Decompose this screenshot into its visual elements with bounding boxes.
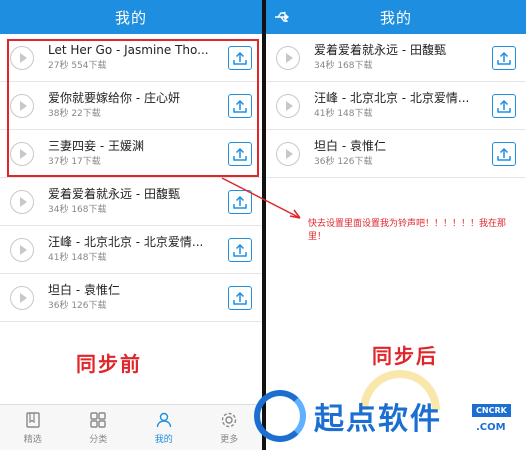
song-title: 汪峰 - 北京北京 - 北京爱情... bbox=[314, 91, 470, 105]
song-title: Let Her Go - Jasmine Tho... bbox=[48, 43, 209, 57]
song-title: 三妻四妾 - 王媛渊 bbox=[48, 139, 144, 153]
song-row[interactable]: 汪峰 - 北京北京 - 北京爱情... 41秒 148下载 bbox=[266, 82, 526, 130]
person-icon bbox=[156, 412, 171, 427]
song-title: 爱你就要嫁给你 - 庄心妍 bbox=[48, 91, 180, 105]
upload-icon[interactable] bbox=[228, 142, 252, 166]
song-title: 爱着爱着就永远 - 田馥甄 bbox=[314, 43, 446, 57]
song-row[interactable]: 爱你就要嫁给你 - 庄心妍 38秒 22下载 bbox=[0, 82, 262, 130]
song-row[interactable]: 三妻四妾 - 王媛渊 37秒 17下载 bbox=[0, 130, 262, 178]
play-icon[interactable] bbox=[10, 45, 34, 70]
play-icon[interactable] bbox=[10, 93, 34, 118]
play-icon[interactable] bbox=[10, 141, 34, 166]
tab-label: 分类 bbox=[89, 434, 108, 445]
song-title: 爱着爱着就永远 - 田馥甄 bbox=[48, 187, 180, 201]
upload-icon[interactable] bbox=[492, 94, 516, 118]
watermark-brand: 起点软件 bbox=[314, 402, 442, 437]
arrow-icon bbox=[221, 177, 301, 219]
tab-featured[interactable]: 精选 bbox=[0, 405, 66, 450]
song-list: 爱着爱着就永远 - 田馥甄 34秒 168下载 汪峰 - 北京北京 - 北京爱情… bbox=[266, 34, 526, 178]
tab-mine[interactable]: 我的 bbox=[131, 405, 197, 450]
upload-icon[interactable] bbox=[228, 238, 252, 262]
usb-icon bbox=[275, 11, 290, 22]
play-icon[interactable] bbox=[276, 93, 300, 118]
upload-icon[interactable] bbox=[492, 142, 516, 166]
upload-icon[interactable] bbox=[228, 46, 252, 70]
tab-category[interactable]: 分类 bbox=[66, 405, 132, 450]
watermark-badge: CNCRK bbox=[472, 404, 511, 417]
song-title: 坦白 - 袁惟仁 bbox=[48, 283, 120, 297]
play-icon[interactable] bbox=[10, 285, 34, 310]
grid-icon bbox=[90, 411, 106, 428]
song-row[interactable]: 爱着爱着就永远 - 田馥甄 34秒 168下载 bbox=[266, 34, 526, 82]
song-row[interactable]: 坦白 - 袁惟仁 36秒 126下载 bbox=[266, 130, 526, 178]
upload-icon[interactable] bbox=[492, 46, 516, 70]
watermark-domain: .COM bbox=[476, 422, 506, 433]
tab-label: 更多 bbox=[220, 434, 239, 445]
before-label: 同步前 bbox=[76, 352, 142, 376]
after-label: 同步后 bbox=[372, 344, 438, 368]
song-title: 汪峰 - 北京北京 - 北京爱情... bbox=[48, 235, 204, 249]
play-icon[interactable] bbox=[276, 141, 300, 166]
tip-text: 快去设置里面设置我为铃声吧！！！！！！我在那里！ bbox=[308, 219, 507, 242]
book-icon bbox=[26, 411, 40, 428]
upload-icon[interactable] bbox=[228, 286, 252, 310]
page-title: 我的 bbox=[379, 8, 412, 27]
song-row[interactable]: Let Her Go - Jasmine Tho... 27秒 554下载 bbox=[0, 34, 262, 82]
tab-label: 精选 bbox=[23, 434, 42, 445]
play-icon[interactable] bbox=[10, 189, 34, 214]
header: 我的 bbox=[266, 0, 526, 34]
header: 我的 bbox=[0, 0, 262, 34]
watermark: 起点软件 CNCRK .COM bbox=[248, 386, 526, 450]
play-icon[interactable] bbox=[276, 45, 300, 70]
upload-icon[interactable] bbox=[228, 94, 252, 118]
gear-icon bbox=[222, 412, 237, 427]
tab-bar: 精选 分类 我的 更多 bbox=[0, 404, 262, 450]
song-row[interactable]: 坦白 - 袁惟仁 36秒 126下载 bbox=[0, 274, 262, 322]
play-icon[interactable] bbox=[10, 237, 34, 262]
logo-icon bbox=[254, 390, 306, 442]
page-title: 我的 bbox=[114, 8, 147, 27]
tab-label: 我的 bbox=[154, 434, 173, 445]
song-title: 坦白 - 袁惟仁 bbox=[314, 139, 386, 153]
song-row[interactable]: 汪峰 - 北京北京 - 北京爱情... 41秒 148下载 bbox=[0, 226, 262, 274]
